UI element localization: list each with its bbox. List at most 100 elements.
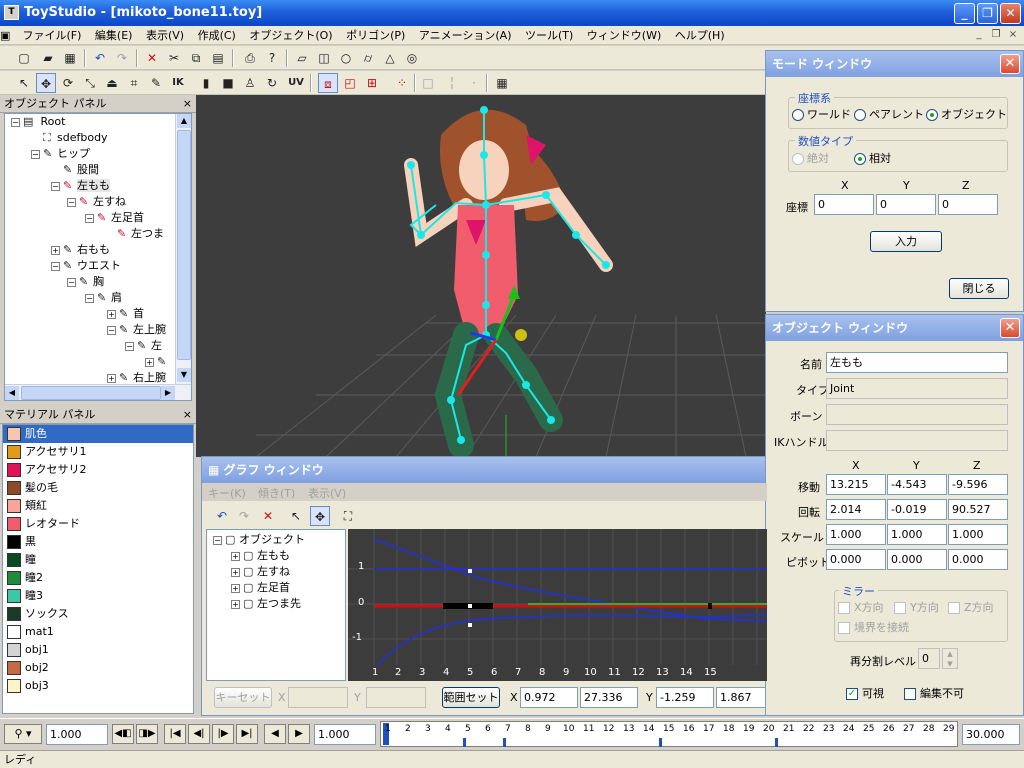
subdiv-input[interactable]: 0 [918, 648, 940, 669]
collapse-icon[interactable]: − [51, 261, 60, 271]
3d-viewport[interactable] [196, 95, 766, 457]
coord-radio-world[interactable]: ワールド [792, 106, 851, 122]
select-edge-icon[interactable]: ⊞ [362, 73, 382, 93]
mirror-y-checkbox[interactable]: Y方向 [894, 599, 939, 615]
scroll-thumb[interactable] [21, 386, 161, 400]
collapse-icon[interactable]: − [67, 277, 76, 287]
current-frame-input[interactable]: 1.000 [314, 724, 376, 745]
copy-icon[interactable]: ⧉ [186, 48, 206, 68]
collapse-icon[interactable]: − [31, 149, 40, 159]
graph-undo-icon[interactable]: ↶ [212, 506, 232, 526]
collapse-icon[interactable]: − [85, 293, 94, 303]
material-item-13[interactable]: obj2 [7, 659, 193, 677]
menu-tools[interactable]: ツール(T) [520, 26, 578, 45]
rotate-y-input[interactable]: -0.019 [887, 499, 947, 520]
material-item-12[interactable]: obj1 [7, 641, 193, 659]
graph-fit-icon[interactable]: ⛶ [338, 506, 358, 526]
coord-radio-parent[interactable]: ペアレント [854, 106, 924, 122]
select-face-icon[interactable]: ◰ [340, 73, 360, 93]
material-item-6[interactable]: 黒 [7, 533, 193, 551]
expand-icon[interactable]: + [107, 373, 116, 383]
expand-icon[interactable]: + [231, 551, 240, 561]
speed-input[interactable]: 1.000 [46, 724, 108, 745]
material-item-5[interactable]: レオタード [7, 515, 193, 533]
collapse-icon[interactable]: − [51, 181, 60, 191]
range-x-min-input[interactable]: 0.972 [520, 687, 578, 708]
collapse-icon[interactable]: − [11, 117, 20, 127]
object-panel-close-button[interactable]: × [183, 95, 192, 113]
tree-node-neck[interactable]: + ✎ 首 [107, 306, 144, 322]
torus-primitive-icon[interactable]: ◎ [402, 48, 422, 68]
material-item-0[interactable]: 肌色 [3, 425, 193, 443]
graph-curve-area[interactable]: 1 0 -1 1 2 3 4 5 6 7 8 9 10 11 12 13 14 … [348, 529, 767, 681]
mdi-minimize-button[interactable]: _ [972, 28, 986, 42]
graph-tree[interactable]: − ▢ オブジェクト + ▢ 左もも + ▢ 左すね + ▢ 左足首 + ▢ 左つま先 [206, 529, 346, 681]
menu-object[interactable]: オブジェクト(O) [244, 26, 337, 45]
select-object-icon[interactable]: ⧈ [318, 73, 338, 93]
mdi-close-button[interactable]: × [1006, 28, 1020, 42]
scroll-up-icon[interactable]: ▲ [177, 114, 191, 128]
value-radio-absolute[interactable]: 絶対 [792, 150, 829, 166]
paste-icon[interactable]: ▤ [208, 48, 228, 68]
ik-tool-button[interactable]: IK [168, 73, 188, 93]
manipulator-center[interactable] [515, 329, 527, 341]
point-icon[interactable]: · [464, 73, 484, 93]
key-handle[interactable] [468, 569, 472, 573]
tree-node-left-shin[interactable]: − ✎ 左すね [67, 194, 126, 210]
redo-icon[interactable]: ↷ [112, 48, 132, 68]
material-list[interactable]: 肌色 アクセサリ1 アクセサリ2 髪の毛 頬紅 レオタード 黒 瞳 瞳2 瞳3 … [2, 424, 194, 714]
expand-icon[interactable]: + [51, 245, 60, 255]
cube-primitive-icon[interactable]: ◫ [314, 48, 334, 68]
tree-node-right-thigh[interactable]: + ✎ 右もも [51, 242, 110, 258]
range-y-max-input[interactable]: 1.867 [716, 687, 766, 708]
document-icon[interactable]: ▣ [0, 26, 14, 45]
sphere-primitive-icon[interactable]: ○ [336, 48, 356, 68]
keyframe-marker[interactable] [463, 738, 466, 747]
scroll-right-icon[interactable]: ▶ [161, 386, 175, 400]
key-marker[interactable] [708, 603, 712, 609]
playback-mode-icon[interactable]: ⚲ ▾ [4, 724, 42, 744]
tree-node-left-thigh[interactable]: − ✎ 左もも [51, 178, 110, 194]
coord-y-input[interactable]: 0 [876, 194, 936, 215]
extrude-icon[interactable]: ⏏ [102, 73, 122, 93]
delete-icon[interactable]: ✕ [142, 48, 162, 68]
object-tree[interactable]: − ▤ Root ⛶ sdefbody − ✎ ヒップ ✎ 股間 − ✎ 左もも − ✎ 左すね … [4, 113, 192, 401]
menu-help[interactable]: ヘルプ(H) [670, 26, 730, 45]
graph-select-icon[interactable]: ↖ [286, 506, 306, 526]
end-frame-input[interactable]: 30.000 [962, 724, 1020, 745]
material-item-4[interactable]: 頬紅 [7, 497, 193, 515]
menu-create[interactable]: 作成(C) [193, 26, 241, 45]
graph-menu-tangent[interactable]: 傾き(T) [258, 485, 295, 501]
mirror-x-checkbox[interactable]: X方向 [838, 599, 884, 615]
pivot-y-input[interactable]: 0.000 [887, 549, 947, 570]
cone-primitive-icon[interactable]: △ [380, 48, 400, 68]
tree-node-left-toe[interactable]: ✎ 左つま [117, 226, 164, 242]
keyframe-marker[interactable] [659, 738, 662, 747]
graph-menu-key[interactable]: キー(K) [208, 485, 246, 501]
scale-icon[interactable]: ⤡ [80, 73, 100, 93]
pivot-z-input[interactable]: 0.000 [948, 549, 1008, 570]
timeline-track[interactable]: 1 2 3 4 5 6 7 8 9 10 11 12 13 14 15 16 1… [380, 721, 958, 747]
key-x-input[interactable] [288, 687, 348, 708]
tree-node-shoulder[interactable]: − ✎ 肩 [85, 290, 122, 306]
name-input[interactable]: 左もも [826, 352, 1008, 373]
tree-node-left-sub2[interactable]: + ✎ [145, 354, 171, 370]
collapse-icon[interactable]: − [125, 341, 134, 351]
step-back-icon[interactable]: ◀◧ [112, 724, 134, 744]
minimize-button[interactable]: _ [954, 3, 975, 24]
prev-key-icon[interactable]: ◀| [188, 724, 210, 744]
key-set-button[interactable]: キーセット [214, 687, 272, 708]
frame-icon[interactable]: □ [418, 73, 438, 93]
scroll-down-icon[interactable]: ▼ [177, 368, 191, 382]
menu-view[interactable]: 表示(V) [141, 26, 189, 45]
tree-node-left-sub[interactable]: − ✎ 左 [125, 338, 162, 354]
mode-window-close-icon[interactable]: ✕ [1000, 54, 1020, 74]
graph-menu-view[interactable]: 表示(V) [308, 485, 346, 501]
line-icon[interactable]: ╎ [442, 73, 462, 93]
open-folder-icon[interactable]: ▰ [38, 48, 58, 68]
move-icon[interactable]: ✥ [36, 73, 56, 93]
menu-polygon[interactable]: ポリゴン(P) [341, 26, 410, 45]
material-item-11[interactable]: mat1 [7, 623, 193, 641]
step-forward-icon[interactable]: ◨▶ [136, 724, 158, 744]
expand-icon[interactable]: + [107, 309, 116, 319]
